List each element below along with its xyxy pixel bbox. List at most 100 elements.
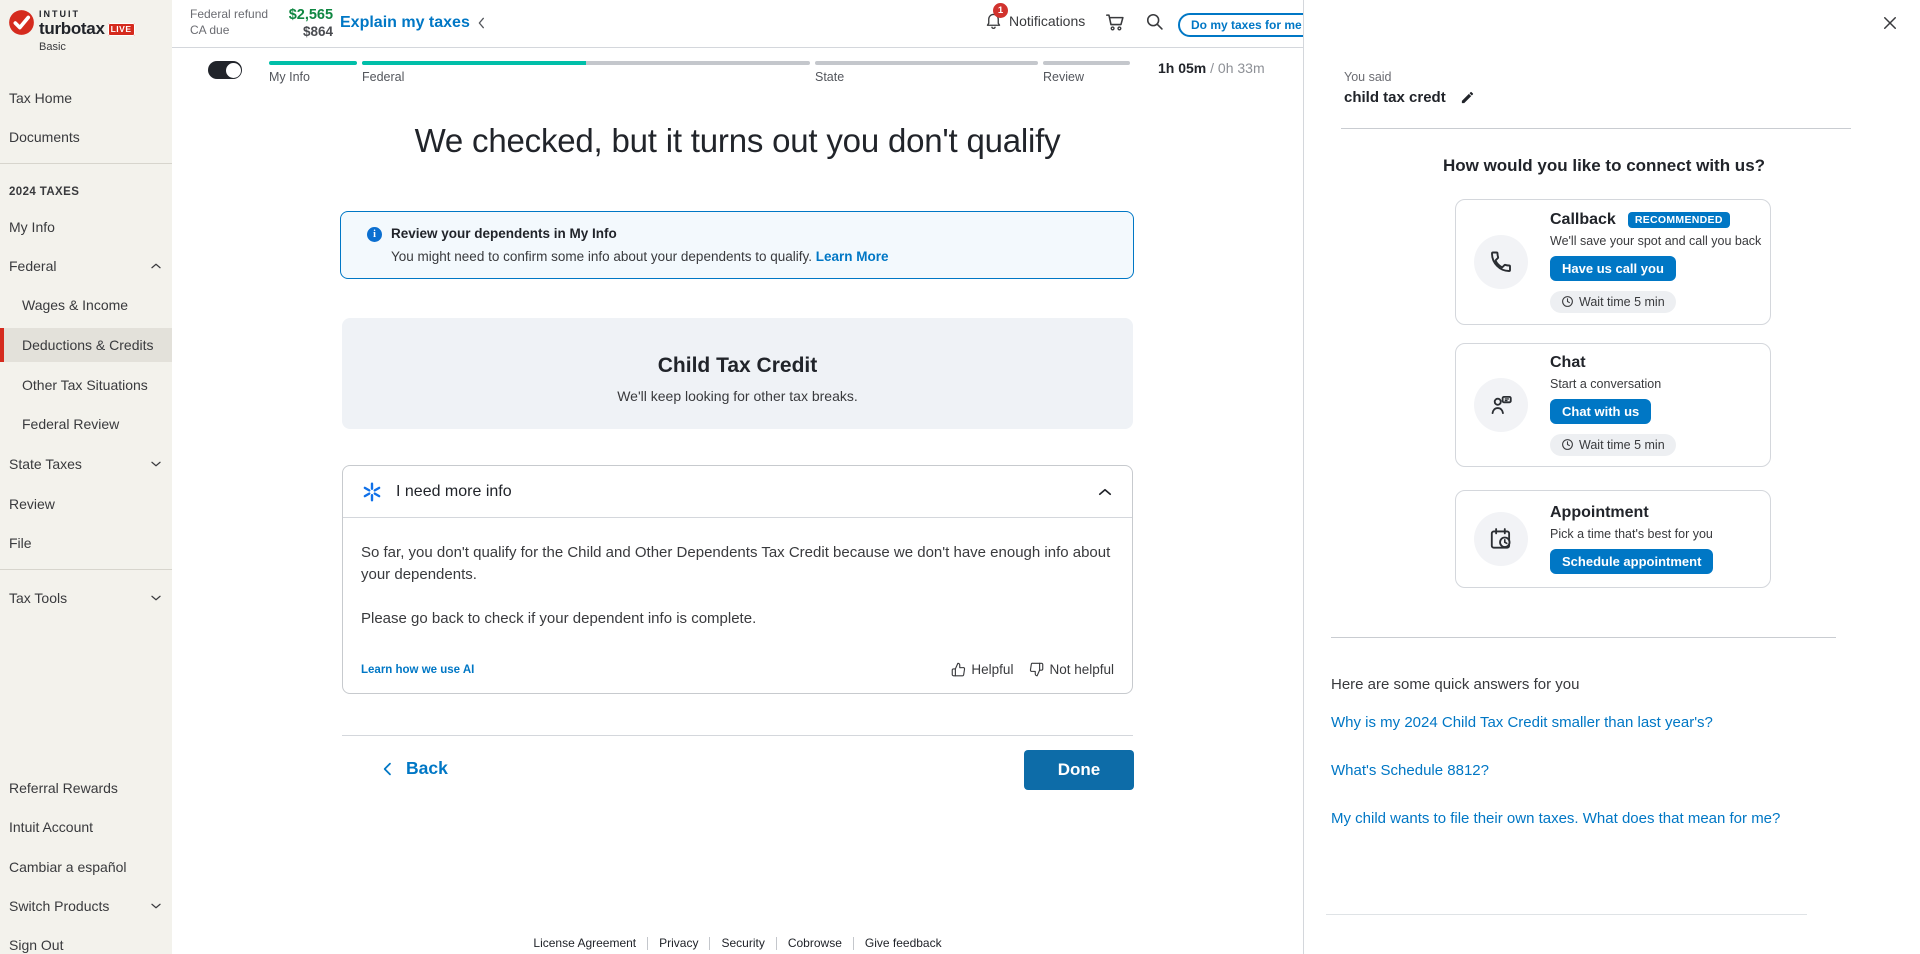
thumbs-down-icon (1029, 662, 1044, 677)
helpful-button[interactable]: Helpful (951, 662, 1013, 677)
panel-divider (1341, 128, 1851, 129)
sidebar-item-documents[interactable]: Documents (0, 124, 172, 150)
quick-answers-heading: Here are some quick answers for you (1331, 676, 1579, 693)
learn-more-link[interactable]: Learn More (816, 249, 889, 264)
chevron-down-icon (149, 457, 163, 471)
sidebar-section-header: 2024 TAXES (9, 186, 79, 198)
clock-icon (1561, 295, 1574, 308)
review-dependents-alert: i Review your dependents in My Info You … (340, 211, 1134, 279)
bell-icon: 1 (984, 10, 1003, 31)
footer-link-cobrowse[interactable]: Cobrowse (777, 936, 853, 950)
progress-label-federal: Federal (362, 70, 404, 84)
collapse-chevron-left-icon[interactable] (474, 15, 490, 31)
chat-title: Chat (1550, 354, 1586, 372)
intuit-wordmark: INTUIT (39, 9, 135, 19)
cart-icon[interactable] (1104, 11, 1126, 33)
chevron-left-icon (380, 761, 396, 777)
connect-heading: How would you like to connect with us? (1304, 156, 1904, 176)
sidebar-item-switch-products[interactable]: Switch Products (0, 893, 172, 919)
quick-answer-link-3[interactable]: My child wants to file their own taxes. … (1331, 810, 1780, 827)
credit-subtitle: We'll keep looking for other tax breaks. (342, 388, 1133, 404)
assist-title: I need more info (396, 483, 512, 501)
footer-link-give-feedback[interactable]: Give feedback (854, 936, 953, 950)
footer-link-privacy[interactable]: Privacy (648, 936, 709, 950)
federal-refund-value: $2,565 (278, 7, 333, 23)
footer-link-license[interactable]: License Agreement (522, 936, 647, 950)
ai-assist-panel: I need more info So far, you don't quali… (342, 465, 1133, 694)
sidebar-item-federal-review[interactable]: Federal Review (0, 411, 172, 437)
sidebar-item-my-info[interactable]: My Info (0, 214, 172, 240)
progress-segment-state[interactable] (815, 61, 1038, 65)
notifications-button[interactable]: 1 Notifications (984, 10, 1085, 31)
sidebar-item-cambiar-espanol[interactable]: Cambiar a español (0, 854, 172, 880)
sidebar-item-referral-rewards[interactable]: Referral Rewards (0, 775, 172, 801)
ai-sparkle-icon (361, 481, 383, 503)
callback-title: Callback (1550, 211, 1616, 229)
live-help-toggle[interactable] (208, 61, 242, 79)
state-due-value: $864 (278, 24, 333, 39)
sidebar-item-other-tax-situations[interactable]: Other Tax Situations (0, 372, 172, 398)
sidebar-item-deductions-credits[interactable]: Deductions & Credits (0, 328, 172, 362)
help-panel: You said child tax credt How would you l… (1303, 0, 1920, 954)
phone-icon (1474, 235, 1528, 289)
time-tracker: 1h 05m / 0h 33m (1158, 60, 1265, 76)
done-button[interactable]: Done (1024, 750, 1134, 790)
not-helpful-button[interactable]: Not helpful (1029, 662, 1114, 677)
sidebar-item-file[interactable]: File (0, 530, 172, 556)
edit-pencil-icon[interactable] (1460, 90, 1475, 105)
recommended-badge: RECOMMENDED (1628, 212, 1730, 228)
learn-how-we-use-ai-link[interactable]: Learn how we use AI (361, 664, 474, 676)
turbotax-logo[interactable]: INTUIT turbotax LIVE Basic (8, 9, 135, 53)
assist-expander-header[interactable]: I need more info (343, 466, 1132, 518)
state-due-label: CA due (190, 23, 268, 37)
explain-my-taxes-link[interactable]: Explain my taxes (340, 14, 470, 32)
thumbs-up-icon (951, 662, 966, 677)
page-title: We checked, but it turns out you don't q… (172, 122, 1303, 160)
progress-segment-review[interactable] (1043, 61, 1130, 65)
progress-label-review: Review (1043, 70, 1084, 84)
have-us-call-you-button[interactable]: Have us call you (1550, 256, 1676, 281)
sidebar-item-tax-tools[interactable]: Tax Tools (0, 585, 172, 611)
credit-title: Child Tax Credit (342, 354, 1133, 378)
you-said-label: You said (1344, 70, 1392, 84)
sidebar-item-intuit-account[interactable]: Intuit Account (0, 814, 172, 840)
back-button[interactable]: Back (380, 758, 448, 779)
sidebar-item-review[interactable]: Review (0, 491, 172, 517)
sidebar-item-federal[interactable]: Federal (0, 253, 172, 279)
sidebar-item-tax-home[interactable]: Tax Home (0, 85, 172, 111)
assist-paragraph: So far, you don't qualify for the Child … (361, 542, 1114, 586)
progress-segment-federal[interactable] (362, 61, 810, 65)
assist-paragraph: Please go back to check if your dependen… (361, 608, 1114, 630)
info-icon: i (367, 227, 382, 242)
progress-label-state: State (815, 70, 844, 84)
footer-link-security[interactable]: Security (710, 936, 775, 950)
child-tax-credit-card: Child Tax Credit We'll keep looking for … (342, 318, 1133, 429)
chevron-up-icon[interactable] (1096, 483, 1114, 501)
sidebar-item-state-taxes[interactable]: State Taxes (0, 451, 172, 477)
chat-wait-time: Wait time 5 min (1550, 434, 1676, 456)
callback-wait-time: Wait time 5 min (1550, 291, 1676, 313)
chat-agent-icon (1474, 378, 1528, 432)
sidebar-item-wages-income[interactable]: Wages & Income (0, 292, 172, 318)
user-query: child tax credt (1344, 89, 1446, 106)
progress-segment-my-info[interactable] (269, 61, 357, 65)
sidebar-item-sign-out[interactable]: Sign Out (0, 932, 172, 954)
quick-answer-link-1[interactable]: Why is my 2024 Child Tax Credit smaller … (1331, 714, 1713, 731)
turbotax-app: INTUIT turbotax LIVE Basic Tax Home Docu… (0, 0, 1920, 954)
content-divider (342, 735, 1133, 736)
close-icon[interactable] (1877, 10, 1903, 36)
search-icon[interactable] (1144, 11, 1165, 32)
callback-option-card: Callback RECOMMENDED We'll save your spo… (1455, 199, 1771, 325)
chat-with-us-button[interactable]: Chat with us (1550, 399, 1651, 424)
sidebar: INTUIT turbotax LIVE Basic Tax Home Docu… (0, 0, 172, 954)
main-area: Federal refund CA due $2,565 $864 Explai… (172, 0, 1303, 954)
quick-answer-link-2[interactable]: What's Schedule 8812? (1331, 762, 1489, 779)
callback-description: We'll save your spot and call you back (1550, 234, 1761, 248)
product-tier: Basic (39, 41, 135, 53)
turbotax-wordmark: turbotax (39, 19, 105, 39)
schedule-appointment-button[interactable]: Schedule appointment (1550, 549, 1713, 574)
do-my-taxes-button[interactable]: Do my taxes for me (1178, 13, 1315, 37)
alert-title: Review your dependents in My Info (391, 226, 617, 242)
progress-label-my-info: My Info (269, 70, 310, 84)
chat-option-card: Chat Start a conversation Chat with us W… (1455, 343, 1771, 467)
